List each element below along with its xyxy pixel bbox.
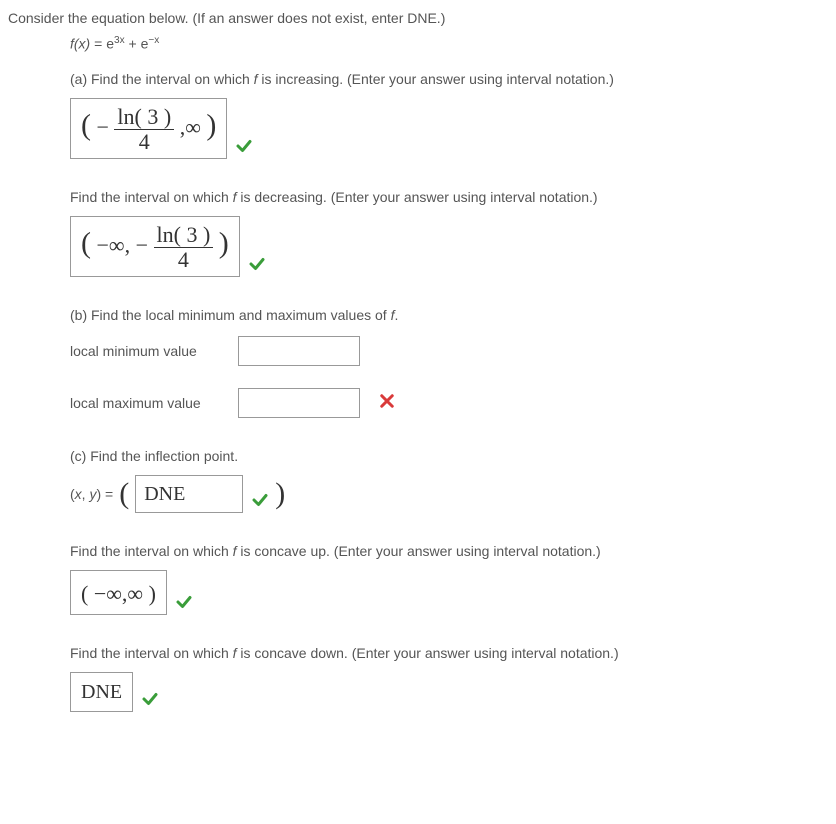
part-b-prompt: (b) Find the local minimum and maximum v… (70, 305, 828, 326)
after-frac: ,∞ (180, 114, 201, 139)
check-icon (175, 593, 193, 611)
frac-num: ln( 3 ) (154, 223, 214, 248)
local-max-input[interactable] (238, 388, 360, 418)
concave-up-prompt: Find the interval on which f is concave … (70, 541, 828, 562)
check-icon (235, 137, 253, 155)
local-min-input[interactable] (238, 336, 360, 366)
check-icon (251, 491, 269, 509)
neg-sign: − (97, 114, 109, 139)
frac-den: 4 (154, 248, 214, 272)
concave-up-answer[interactable]: ( −∞,∞ ) (70, 570, 167, 615)
decreasing-prompt: Find the interval on which f is decreasi… (70, 187, 828, 208)
decreasing-answer[interactable]: ( −∞, − ln( 3 ) 4 ) (70, 216, 240, 277)
frac-num: ln( 3 ) (114, 105, 174, 130)
dec-pre: −∞, − (97, 233, 149, 258)
intro-text: Consider the equation below. (If an answ… (8, 8, 828, 29)
xy-lhs: (x, y) = (70, 484, 113, 505)
fx-exp1: 3x (114, 35, 125, 46)
check-icon (248, 255, 266, 273)
function-definition: f(x) = e3x + e−x (70, 33, 828, 55)
inflection-input[interactable]: DNE (135, 475, 243, 513)
part-c-prompt: (c) Find the inflection point. (70, 446, 828, 467)
fx-plus: + (125, 36, 141, 52)
concave-down-answer[interactable]: DNE (70, 672, 133, 712)
fx-exp2: −x (148, 35, 159, 46)
fx-eq: = (90, 36, 106, 52)
fx-e1: e (106, 36, 114, 52)
local-min-label: local minimum value (70, 341, 230, 362)
fx-lhs: f(x) (70, 36, 90, 52)
part-a-prompt: (a) Find the interval on which f is incr… (70, 69, 828, 90)
concave-down-prompt: Find the interval on which f is concave … (70, 643, 828, 664)
increasing-answer[interactable]: ( − ln( 3 ) 4 ,∞ ) (70, 98, 227, 159)
open-paren: ( (119, 479, 129, 509)
close-paren: ) (275, 479, 285, 509)
check-icon (141, 690, 159, 708)
frac-den: 4 (114, 130, 174, 154)
local-max-label: local maximum value (70, 393, 230, 414)
cross-icon (378, 392, 396, 410)
